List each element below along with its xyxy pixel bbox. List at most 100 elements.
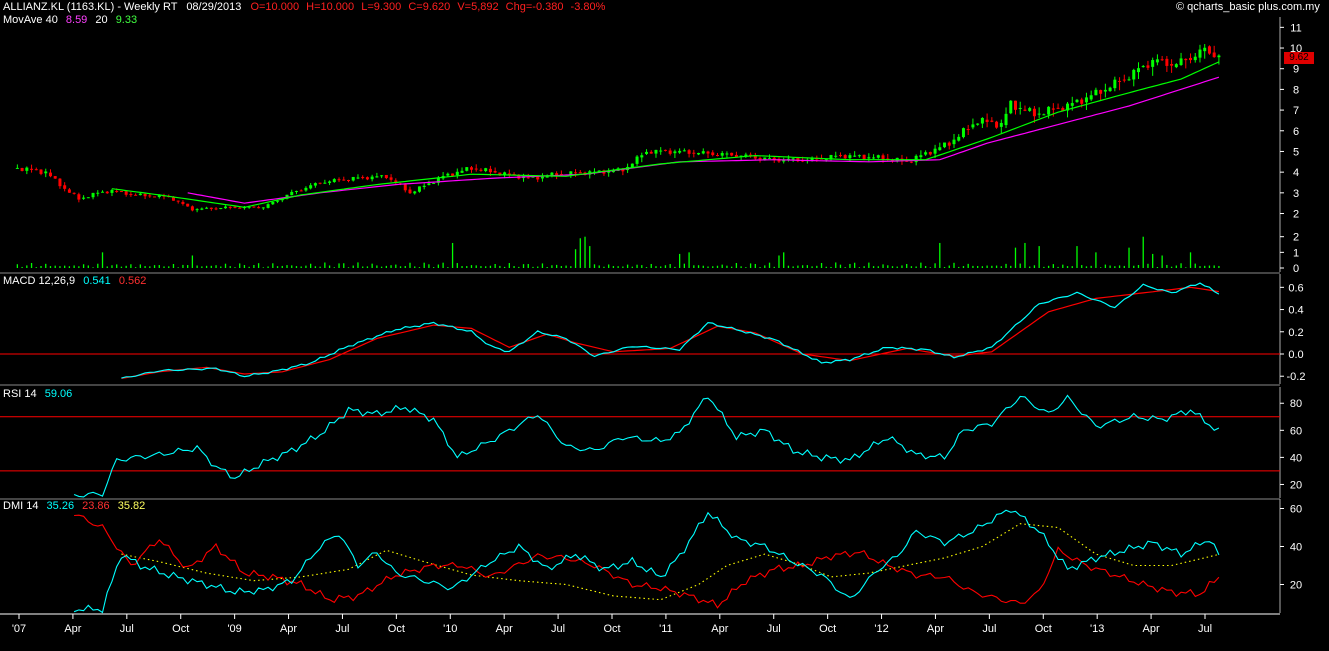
dmi-plus-value: 35.26 [46,500,75,512]
time-tick-label: Jul [120,623,134,635]
candle-body [985,119,989,122]
candle-body [105,191,109,194]
candle-body [484,168,488,172]
candle-body [1013,100,1017,110]
price-axis-tick-label: 4 [1293,167,1299,179]
candle-body [1051,108,1055,110]
symbol-title: ALLIANZ.KL (1163.KL) - Weekly RT [3,1,178,13]
candle-body [20,167,24,171]
candle-body [1189,57,1193,61]
candle-body [1203,47,1207,52]
candle-body [791,158,795,160]
candle-body [947,142,951,146]
candle-body [328,181,332,183]
candle-body [422,185,426,188]
candle-body [389,177,393,180]
time-tick-label: Apr [64,623,81,635]
candle-body [96,192,100,194]
candle-body [1047,106,1051,115]
candle-body [323,182,327,184]
candle-body [1170,64,1174,66]
time-tick-label: Apr [496,623,513,635]
candle-body [209,207,213,209]
macd-axis-tick-label: 0.4 [1288,305,1303,317]
candle-body [692,152,696,154]
candle-body [1132,69,1136,80]
quote-volume: V=5,892 [457,1,499,13]
candle-body [857,155,861,157]
candle-body [1009,100,1013,114]
time-tick-label: Oct [1035,623,1052,635]
candle-body [370,176,374,180]
time-tick-label: Apr [711,623,728,635]
candle-body [115,190,119,192]
candle-body [1056,107,1060,109]
candle-body [635,156,639,164]
candle-body [261,207,265,209]
candle-body [474,168,478,170]
movave-label: MovAve 40 [3,14,58,26]
candle-body [1122,79,1126,81]
candle-body [952,139,956,145]
quote-open: O=10.000 [250,1,300,13]
candle-body [342,179,346,181]
candle-body [455,171,459,176]
candle-body [48,172,52,177]
candle-body [110,190,114,193]
time-tick-label: Jul [1198,623,1212,635]
candle-body [67,189,71,193]
candle-body [30,168,34,170]
candle-body [1141,66,1145,68]
candle-body [715,155,719,157]
candle-body [186,203,190,207]
candle-body [938,147,942,151]
rsi-label: RSI 14 [3,388,37,400]
candle-body [82,197,86,199]
candle-body [1155,59,1159,63]
candle-body [1099,90,1103,94]
chart-background [0,0,1329,651]
candle-body [961,128,965,138]
candle-body [228,206,232,208]
candle-body [1028,108,1032,111]
macd-axis-tick-label: 0.0 [1288,349,1303,361]
time-tick-label: Apr [927,623,944,635]
candle-body [408,189,412,194]
dmi-axis-tick-label: 60 [1290,504,1302,516]
candle-body [299,190,303,192]
candle-body [678,150,682,153]
price-axis-tick-label: 9 [1293,64,1299,76]
time-tick-label: '13 [1090,623,1104,635]
movave-legend: MovAve 40 8.59 20 9.33 [3,14,137,27]
candle-body [1151,60,1155,67]
movave-20-period: 20 [95,14,108,26]
candle-body [706,151,710,154]
candle-body [375,176,379,178]
macd-axis-tick-label: 0.2 [1288,327,1303,339]
time-tick-label: Apr [1143,623,1160,635]
candle-body [365,177,369,180]
candle-body [356,177,360,179]
candle-body [129,194,133,196]
candle-body [867,157,871,159]
header-line: ALLIANZ.KL (1163.KL) - Weekly RT 08/29/2… [3,1,605,14]
candle-body [1103,89,1107,92]
candle-body [924,152,928,155]
rsi-axis-tick-label: 60 [1290,425,1302,437]
candle-body [1108,87,1112,92]
rsi-value: 59.06 [44,388,73,400]
dmi-minus-value: 23.86 [82,500,110,512]
time-tick-label: '10 [443,623,457,635]
candle-body [465,167,469,171]
price-axis-tick-label: 6 [1293,126,1299,138]
candle-body [540,176,544,179]
time-tick-label: Jul [767,623,781,635]
candle-body [380,175,384,177]
candle-body [848,155,852,159]
time-tick-label: Oct [172,623,189,635]
candle-body [384,174,388,179]
candle-body [919,155,923,158]
candle-body [995,121,999,128]
macd-axis-tick-label: 0.6 [1288,282,1303,294]
candle-body [238,207,242,209]
